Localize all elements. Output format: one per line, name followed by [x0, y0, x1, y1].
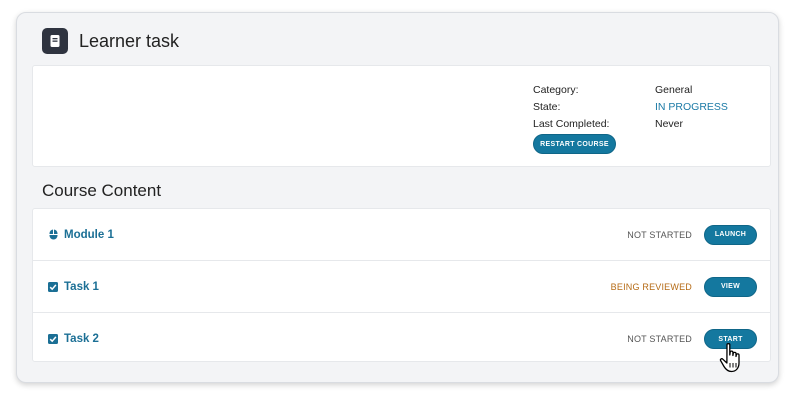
restart-course-button[interactable]: RESTART COURSE: [533, 134, 616, 154]
last-completed-label: Last Completed:: [533, 118, 610, 130]
category-row: Category: General: [533, 82, 728, 99]
list-item: Task 2 NOT STARTED START: [33, 313, 770, 365]
state-row: State: IN PROGRESS: [533, 99, 728, 116]
learner-task-card: Learner task Category: General State: IN…: [16, 12, 779, 383]
view-button[interactable]: VIEW: [704, 276, 757, 297]
list-item-title-group: Task 2: [48, 333, 99, 345]
hand-pointer-cursor-icon: [718, 342, 746, 374]
page-title: Learner task: [79, 30, 180, 51]
task-1-link[interactable]: Task 1: [64, 281, 99, 293]
state-value: IN PROGRESS: [655, 101, 728, 113]
book-icon: [42, 28, 68, 54]
category-label: Category:: [533, 84, 579, 96]
category-value: General: [655, 84, 693, 96]
list-item: Task 1 BEING REVIEWED VIEW: [33, 261, 770, 313]
course-content-title: Course Content: [42, 181, 162, 200]
checkbox-icon: [48, 281, 58, 292]
status-badge: BEING REVIEWED: [610, 281, 692, 292]
module-icon: [48, 229, 58, 240]
list-item: Module 1 NOT STARTED LAUNCH: [33, 209, 770, 261]
status-badge: NOT STARTED: [627, 334, 692, 344]
course-content-list: Module 1 NOT STARTED LAUNCH Task 1 BEING…: [32, 208, 771, 362]
state-label: State:: [533, 101, 561, 113]
card-header: Learner task: [42, 27, 179, 55]
last-completed-row: Last Completed: Never: [533, 116, 728, 133]
last-completed-value: Never: [655, 118, 684, 130]
list-item-title-group: Module 1: [48, 229, 114, 241]
status-badge: NOT STARTED: [627, 229, 692, 240]
module-1-link[interactable]: Module 1: [64, 229, 114, 241]
checkbox-icon: [48, 334, 58, 344]
list-item-title-group: Task 1: [48, 281, 99, 293]
task-2-link[interactable]: Task 2: [64, 333, 99, 345]
launch-button[interactable]: LAUNCH: [704, 224, 757, 245]
task-info-panel: Category: General State: IN PROGRESS Las…: [32, 65, 771, 167]
task-info-grid: Category: General State: IN PROGRESS Las…: [533, 82, 728, 133]
